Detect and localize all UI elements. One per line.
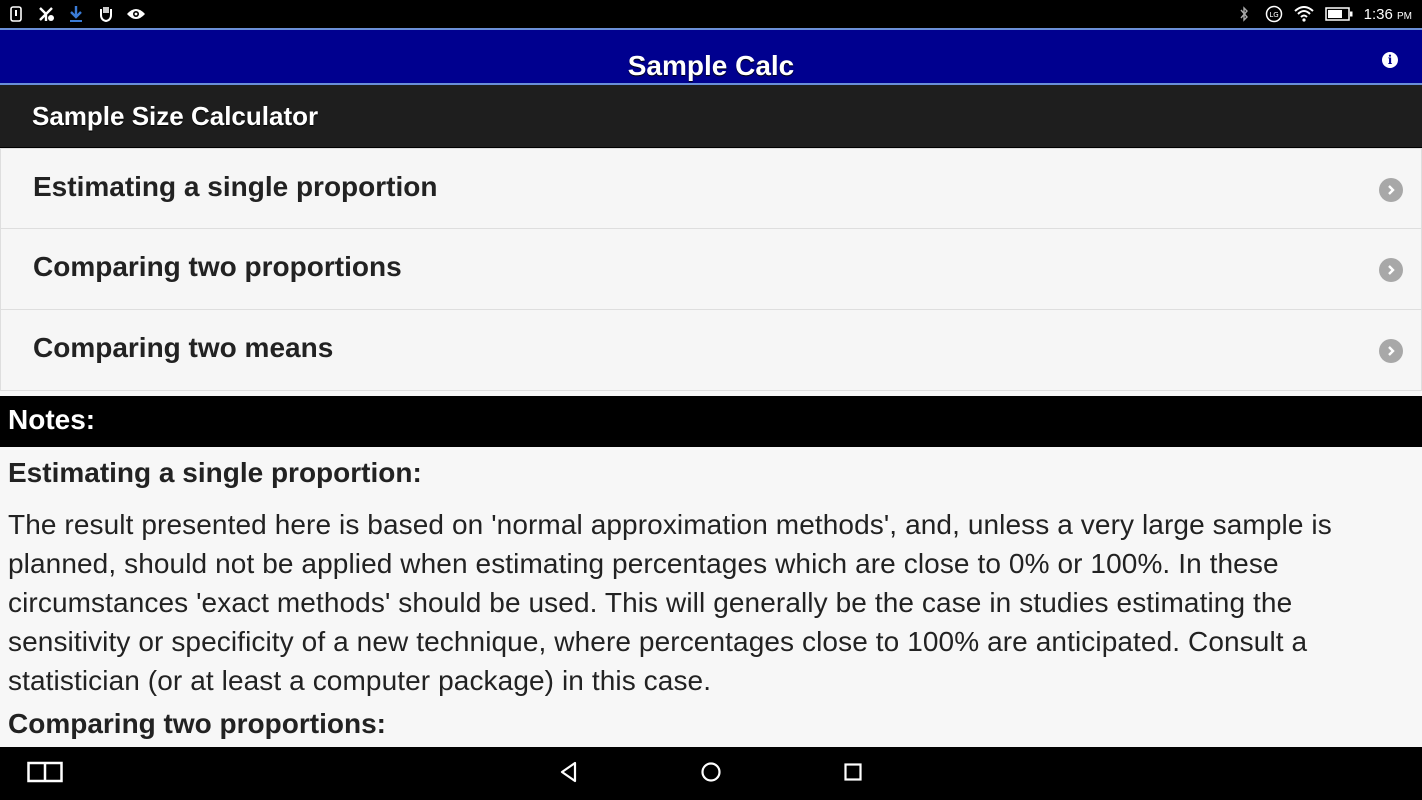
menu-item-label: Comparing two proportions — [33, 251, 402, 282]
status-bar-right: LG 1:36 PM — [1234, 5, 1412, 23]
clock-ampm: PM — [1397, 10, 1412, 22]
home-icon[interactable] — [700, 761, 722, 783]
section-header: Sample Size Calculator — [0, 85, 1422, 148]
note-heading: Estimating a single proportion: — [8, 457, 422, 488]
clock-time: 1:36 — [1363, 5, 1393, 23]
app-icon — [36, 5, 56, 23]
clock: 1:36 PM — [1364, 6, 1412, 23]
note-body: The result presented here is based on 'n… — [8, 509, 1332, 696]
notes-title: Notes: — [8, 404, 96, 435]
status-bar: LG 1:36 PM — [0, 0, 1422, 28]
app-title-bar: Sample Calc i — [0, 28, 1422, 85]
download-icon — [66, 5, 86, 23]
notification-icon — [6, 5, 26, 23]
recents-icon[interactable] — [842, 761, 864, 783]
menu-item-label: Comparing two means — [33, 332, 334, 363]
bluetooth-icon — [1234, 5, 1254, 23]
vpn-icon — [96, 5, 116, 23]
calculator-menu: Estimating a single proportion Comparing… — [0, 148, 1422, 391]
navigation-bar — [0, 747, 1422, 800]
menu-item-two-means[interactable]: Comparing two means — [0, 310, 1422, 391]
chevron-right-icon — [1379, 339, 1403, 363]
battery-icon — [1324, 5, 1354, 23]
menu-item-label: Estimating a single proportion — [33, 171, 438, 202]
app-title: Sample Calc — [627, 50, 795, 81]
chevron-right-icon — [1379, 258, 1403, 282]
notes-content[interactable]: Estimating a single proportion: The resu… — [0, 447, 1422, 747]
notes-header: Notes: — [0, 396, 1422, 447]
split-screen-icon[interactable] — [27, 761, 63, 783]
back-icon[interactable] — [558, 761, 580, 783]
note-heading: Comparing two proportions: — [8, 708, 386, 739]
svg-text:LG: LG — [1269, 11, 1278, 19]
section-header-title: Sample Size Calculator — [32, 101, 319, 131]
eye-icon — [126, 5, 146, 23]
menu-item-two-proportions[interactable]: Comparing two proportions — [0, 229, 1422, 310]
wifi-icon — [1293, 5, 1314, 23]
chevron-right-icon — [1379, 178, 1403, 202]
info-icon[interactable]: i — [1382, 52, 1398, 68]
lte-icon: LG — [1264, 5, 1284, 23]
menu-item-single-proportion[interactable]: Estimating a single proportion — [0, 148, 1422, 229]
status-bar-left — [6, 5, 146, 23]
